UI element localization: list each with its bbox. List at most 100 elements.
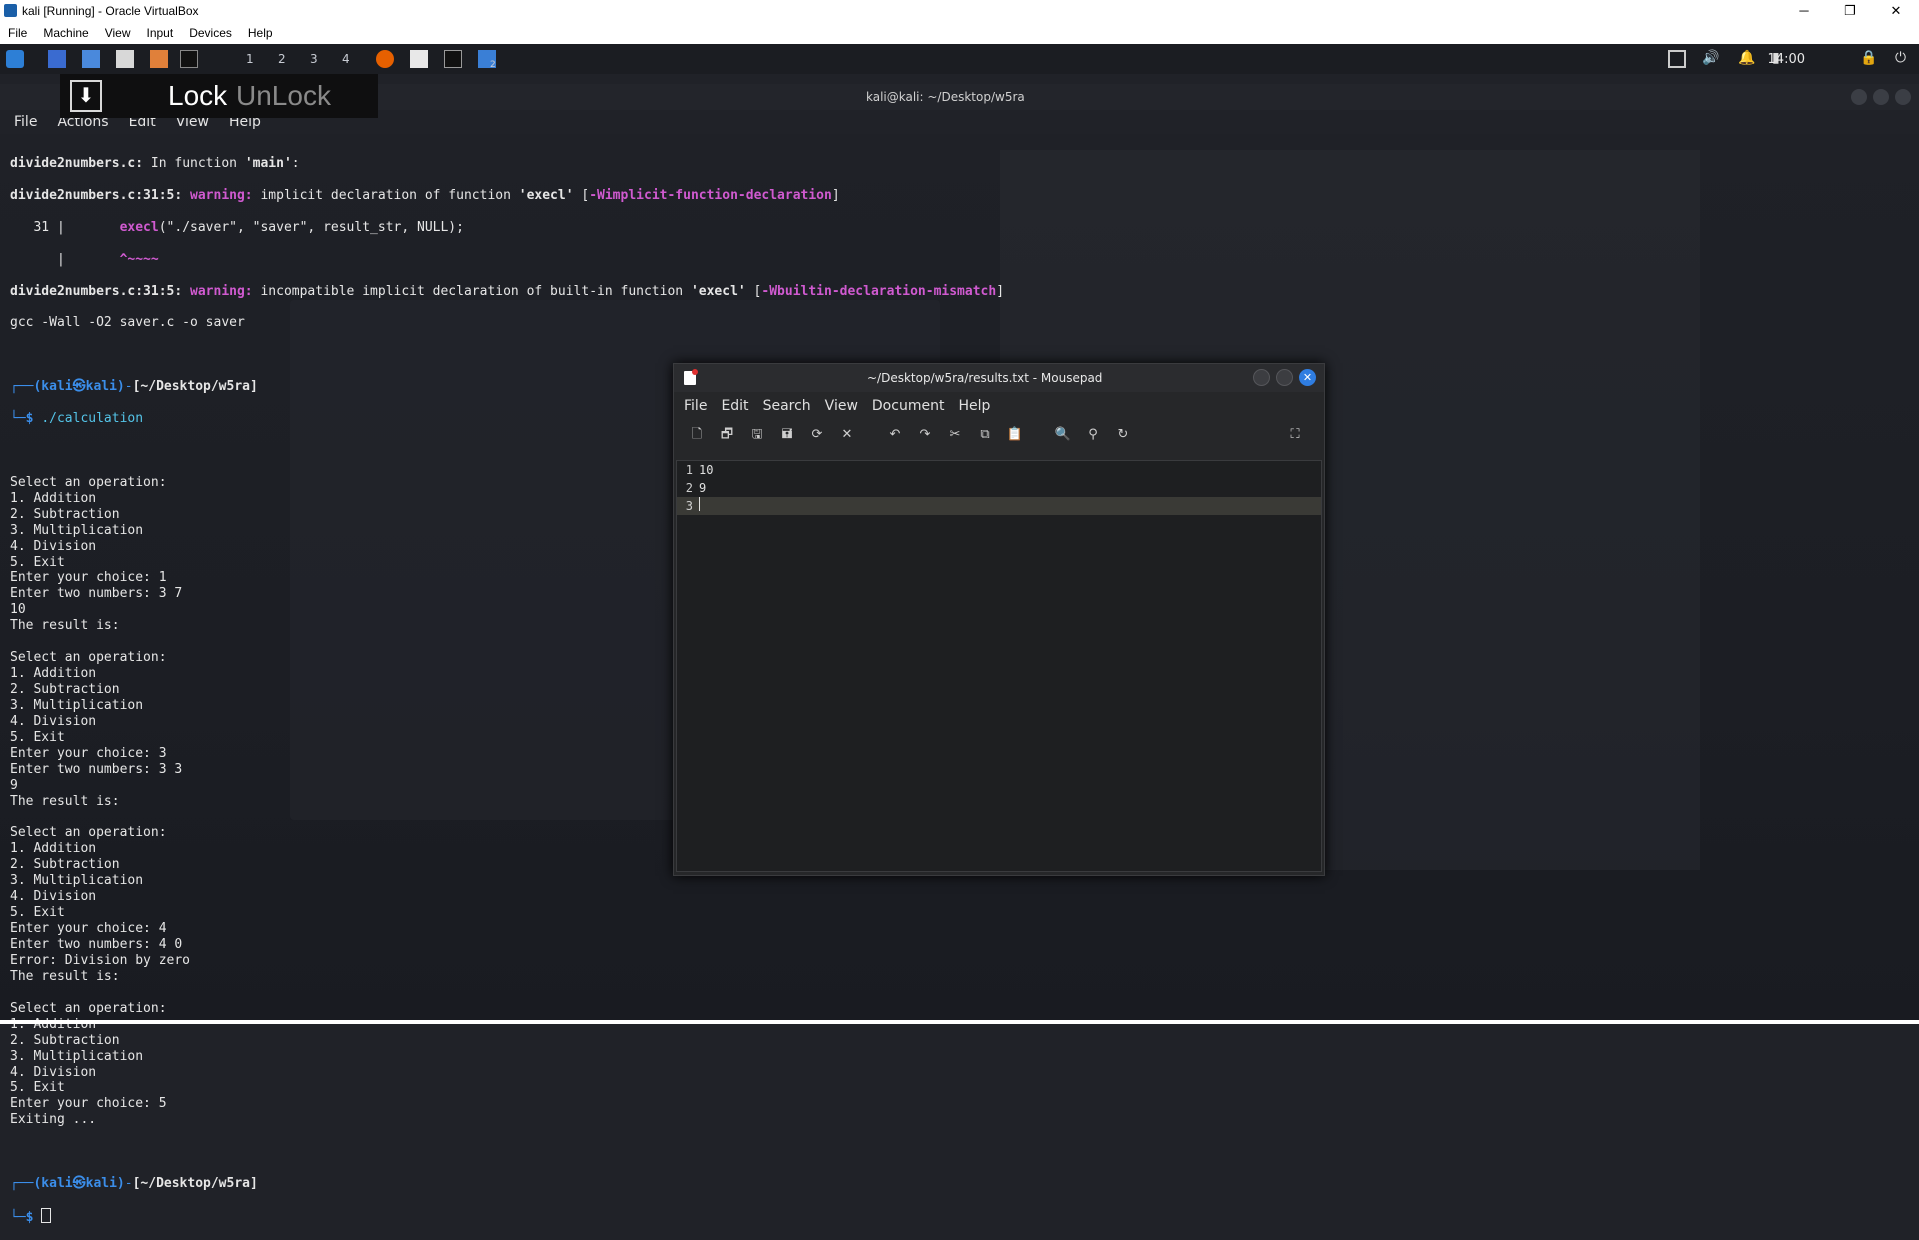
mousepad-titlebar: ~/Desktop/w5ra/results.txt - Mousepad ✕: [674, 364, 1324, 392]
terminal-task-icon[interactable]: [444, 50, 462, 68]
terminal-minimize-button[interactable]: [1851, 89, 1867, 105]
prompt-dir: [~/Desktop/w5ra]: [132, 1176, 258, 1192]
menu-input[interactable]: Input: [147, 26, 174, 40]
power-icon[interactable]: ⏻: [1895, 50, 1913, 68]
mousepad-app-icon: [684, 369, 698, 385]
mousepad-editor[interactable]: 1 10 29 3: [676, 460, 1322, 872]
virtualbox-titlebar: kali [Running] - Oracle VirtualBox ─ ❐ ✕: [0, 0, 1919, 22]
term-text: 'execl': [518, 187, 574, 203]
kali-menu-icon[interactable]: [6, 50, 24, 68]
editor-line: 29: [677, 479, 1321, 497]
mousepad-menu-view[interactable]: View: [825, 398, 858, 414]
term-text: ("./saver", "saver", result_str, NULL);: [158, 219, 464, 235]
find-icon[interactable]: 🔍: [1050, 425, 1076, 445]
save-as-icon[interactable]: 🖬: [774, 425, 800, 445]
terminal-maximize-button[interactable]: [1873, 89, 1889, 105]
line-text: 10: [699, 463, 714, 477]
term-text: divide2numbers.c:: [10, 155, 144, 171]
reload-icon[interactable]: ⟳: [804, 425, 830, 445]
paste-icon[interactable]: 📋: [1002, 425, 1028, 445]
prompt-user: (kali㉿kali): [33, 1176, 125, 1192]
tools-icon[interactable]: [150, 50, 168, 68]
mousepad-maximize-button[interactable]: [1276, 369, 1293, 386]
notification-bell-icon[interactable]: 🔔: [1738, 50, 1756, 68]
term-text: ]: [996, 283, 1005, 299]
term-flag: -Wbuiltin-declaration-mismatch: [761, 283, 997, 299]
new-document-icon[interactable]: 🗋: [684, 425, 710, 445]
restore-button[interactable]: ❐: [1827, 0, 1873, 22]
term-text: ^~~~~: [119, 251, 159, 267]
workspace-1[interactable]: 1: [246, 52, 254, 66]
download-arrow-icon[interactable]: ⬇: [70, 80, 102, 112]
lock-button[interactable]: Lock: [168, 80, 227, 112]
mousepad-menu-document[interactable]: Document: [872, 398, 945, 414]
find-replace-icon[interactable]: ⚲: [1080, 425, 1106, 445]
volume-icon[interactable]: 🔊: [1702, 50, 1720, 68]
term-text: In function: [143, 155, 245, 171]
save-icon[interactable]: 🖫: [744, 425, 770, 445]
terminal-icon[interactable]: [180, 50, 198, 68]
editor-line-current: 3: [677, 497, 1321, 515]
workspace-3[interactable]: 3: [310, 52, 318, 66]
close-button[interactable]: ✕: [1873, 0, 1919, 22]
menu-machine[interactable]: Machine: [43, 26, 88, 40]
mousepad-close-button[interactable]: ✕: [1299, 369, 1316, 386]
line-number: 1: [685, 463, 693, 477]
new-window-icon[interactable]: 🗗: [714, 425, 740, 445]
undo-icon[interactable]: ↶: [882, 425, 908, 445]
mousepad-minimize-button[interactable]: [1253, 369, 1270, 386]
menu-help[interactable]: Help: [248, 26, 273, 40]
term-text: 31 |: [10, 219, 120, 235]
virtualbox-menubar: File Machine View Input Devices Help: [0, 22, 1919, 44]
text-caret: [699, 497, 700, 511]
term-text: divide2numbers.c:31:5:: [10, 283, 191, 299]
workspace-2[interactable]: 2: [278, 52, 286, 66]
terminal-line: 4. Division: [10, 1064, 97, 1080]
terminal-close-button[interactable]: [1895, 89, 1911, 105]
terminal-cursor: [41, 1208, 52, 1224]
menu-file[interactable]: File: [8, 26, 27, 40]
lock-screen-icon[interactable]: 🔒: [1860, 50, 1878, 68]
term-text: ]: [831, 187, 840, 203]
term-warning: warning:: [190, 187, 261, 203]
term-command: ./calculation: [41, 411, 144, 427]
term-text: divide2numbers.c:31:5:: [10, 187, 191, 203]
term-text: [: [573, 187, 590, 203]
line-number: 2: [685, 481, 693, 495]
file-manager-icon[interactable]: [82, 50, 100, 68]
cut-icon[interactable]: ✂: [942, 425, 968, 445]
redo-icon[interactable]: ↷: [912, 425, 938, 445]
firefox-icon[interactable]: [376, 50, 394, 68]
term-text: |: [10, 251, 120, 267]
terminal-menu-file[interactable]: File: [14, 114, 37, 130]
unlock-button[interactable]: UnLock: [236, 80, 331, 112]
terminal-line: 2. Subtraction: [10, 1032, 120, 1048]
menu-view[interactable]: View: [105, 26, 131, 40]
mousepad-menu-file[interactable]: File: [684, 398, 707, 414]
terminal-line: Error: Division by zero: [10, 952, 191, 968]
line-text: 9: [699, 481, 707, 495]
fullscreen-icon[interactable]: ⛶: [1282, 425, 1308, 445]
mousepad-task-icon[interactable]: [410, 50, 428, 68]
terminal-line: Enter your choice: 4: [10, 921, 167, 937]
term-text: implicit declaration of function: [260, 187, 519, 203]
panel-clock[interactable]: 14:00: [1768, 52, 1805, 67]
display-icon[interactable]: [1668, 50, 1686, 68]
text-editor-icon[interactable]: [116, 50, 134, 68]
editor-line: 1 10: [677, 461, 1321, 479]
show-desktop-icon[interactable]: [48, 50, 66, 68]
close-document-icon[interactable]: ✕: [834, 425, 860, 445]
terminal-line: 4. Division: [10, 889, 97, 905]
mousepad-menu-edit[interactable]: Edit: [721, 398, 748, 414]
line-number: 3: [685, 499, 693, 513]
goto-icon[interactable]: ↻: [1110, 425, 1136, 445]
mousepad-menu-help[interactable]: Help: [958, 398, 990, 414]
term-text: incompatible implicit declaration of bui…: [260, 283, 691, 299]
mousepad-menu-search[interactable]: Search: [763, 398, 811, 414]
workspace-4[interactable]: 4: [342, 52, 350, 66]
terminal-line: 3. Multiplication: [10, 1048, 144, 1064]
copy-icon[interactable]: ⧉: [972, 425, 998, 445]
minimize-button[interactable]: ─: [1781, 0, 1827, 22]
menu-devices[interactable]: Devices: [189, 26, 232, 40]
